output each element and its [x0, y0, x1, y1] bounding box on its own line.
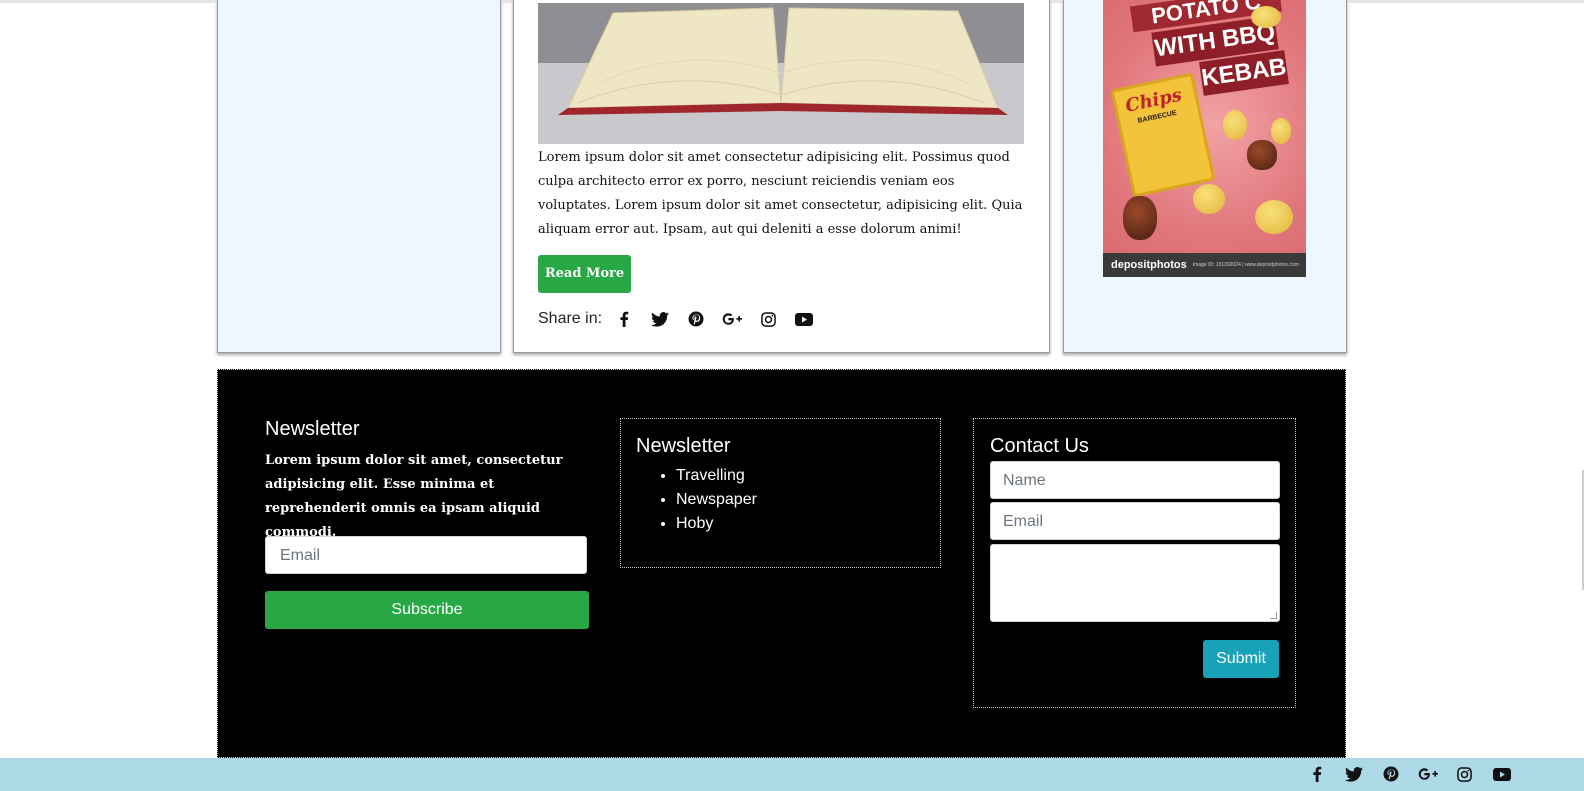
google-plus-icon[interactable]: [714, 306, 750, 332]
ad-watermark-footer: depositphotos Image ID: 151392024 | www.…: [1103, 253, 1306, 277]
site-footer: Newsletter Lorem ipsum dolor sit amet, c…: [217, 369, 1346, 758]
chip-image: [1255, 200, 1293, 234]
bottom-social-bar: [0, 758, 1584, 791]
facebook-icon[interactable]: [1298, 762, 1335, 786]
contact-section: Contact Us Name Email Submit: [973, 418, 1296, 708]
contact-name-input[interactable]: Name: [990, 461, 1280, 499]
article-book-image: [538, 3, 1024, 144]
chips-bag-image: Chips BARBECUE: [1110, 72, 1216, 198]
instagram-icon[interactable]: [1446, 762, 1483, 786]
youtube-icon[interactable]: [1483, 762, 1520, 786]
subscribe-button[interactable]: Subscribe: [265, 591, 589, 629]
kebab-meat-image: [1247, 140, 1277, 170]
youtube-icon[interactable]: [786, 306, 822, 332]
pinterest-icon[interactable]: [1372, 762, 1409, 786]
newsletter-email-input[interactable]: Email: [265, 536, 587, 574]
link-newspaper[interactable]: Newspaper: [676, 488, 940, 512]
chip-image: [1271, 118, 1291, 144]
contact-message-textarea[interactable]: [990, 544, 1280, 622]
newsletter-title: Newsletter: [265, 418, 360, 440]
twitter-icon[interactable]: [642, 306, 678, 332]
facebook-icon[interactable]: [606, 306, 642, 332]
share-bar: Share in:: [538, 306, 822, 332]
links-title: Newsletter: [636, 435, 731, 457]
link-travelling[interactable]: Travelling: [676, 464, 940, 488]
pinterest-icon[interactable]: [678, 306, 714, 332]
newsletter-section: Newsletter Lorem ipsum dolor sit amet, c…: [265, 418, 589, 545]
read-more-button[interactable]: Read More: [538, 255, 631, 293]
right-ad-panel: POTATO C WITH BBQ KEBAB Chips BARBECUE d…: [1063, 0, 1347, 353]
ad-footer-brand: depositphotos: [1111, 259, 1187, 271]
contact-submit-button[interactable]: Submit: [1203, 640, 1279, 678]
contact-title: Contact Us: [990, 435, 1089, 457]
article-card: Lorem ipsum dolor sit amet consectetur a…: [513, 0, 1050, 353]
link-hoby[interactable]: Hoby: [676, 512, 940, 536]
contact-email-input[interactable]: Email: [990, 502, 1280, 540]
article-body-text: Lorem ipsum dolor sit amet consectetur a…: [538, 150, 1023, 237]
links-section: Newsletter Travelling Newspaper Hoby: [620, 418, 941, 568]
google-plus-icon[interactable]: [1409, 762, 1446, 786]
share-label: Share in:: [538, 310, 603, 327]
twitter-icon[interactable]: [1335, 762, 1372, 786]
bottom-social-icons: [1298, 762, 1520, 786]
left-sidebar-panel: [217, 0, 501, 353]
chips-advertisement[interactable]: POTATO C WITH BBQ KEBAB Chips BARBECUE d…: [1103, 0, 1306, 277]
kebab-meat-image: [1123, 196, 1157, 240]
chip-image: [1251, 6, 1281, 28]
chip-image: [1223, 110, 1247, 140]
ad-footer-info: Image ID: 151392024 | www.depositphotos.…: [1192, 262, 1299, 268]
instagram-icon[interactable]: [750, 306, 786, 332]
newsletter-description: Lorem ipsum dolor sit amet, consectetur …: [265, 453, 563, 540]
links-list: Travelling Newspaper Hoby: [636, 464, 940, 536]
chip-image: [1193, 184, 1225, 214]
